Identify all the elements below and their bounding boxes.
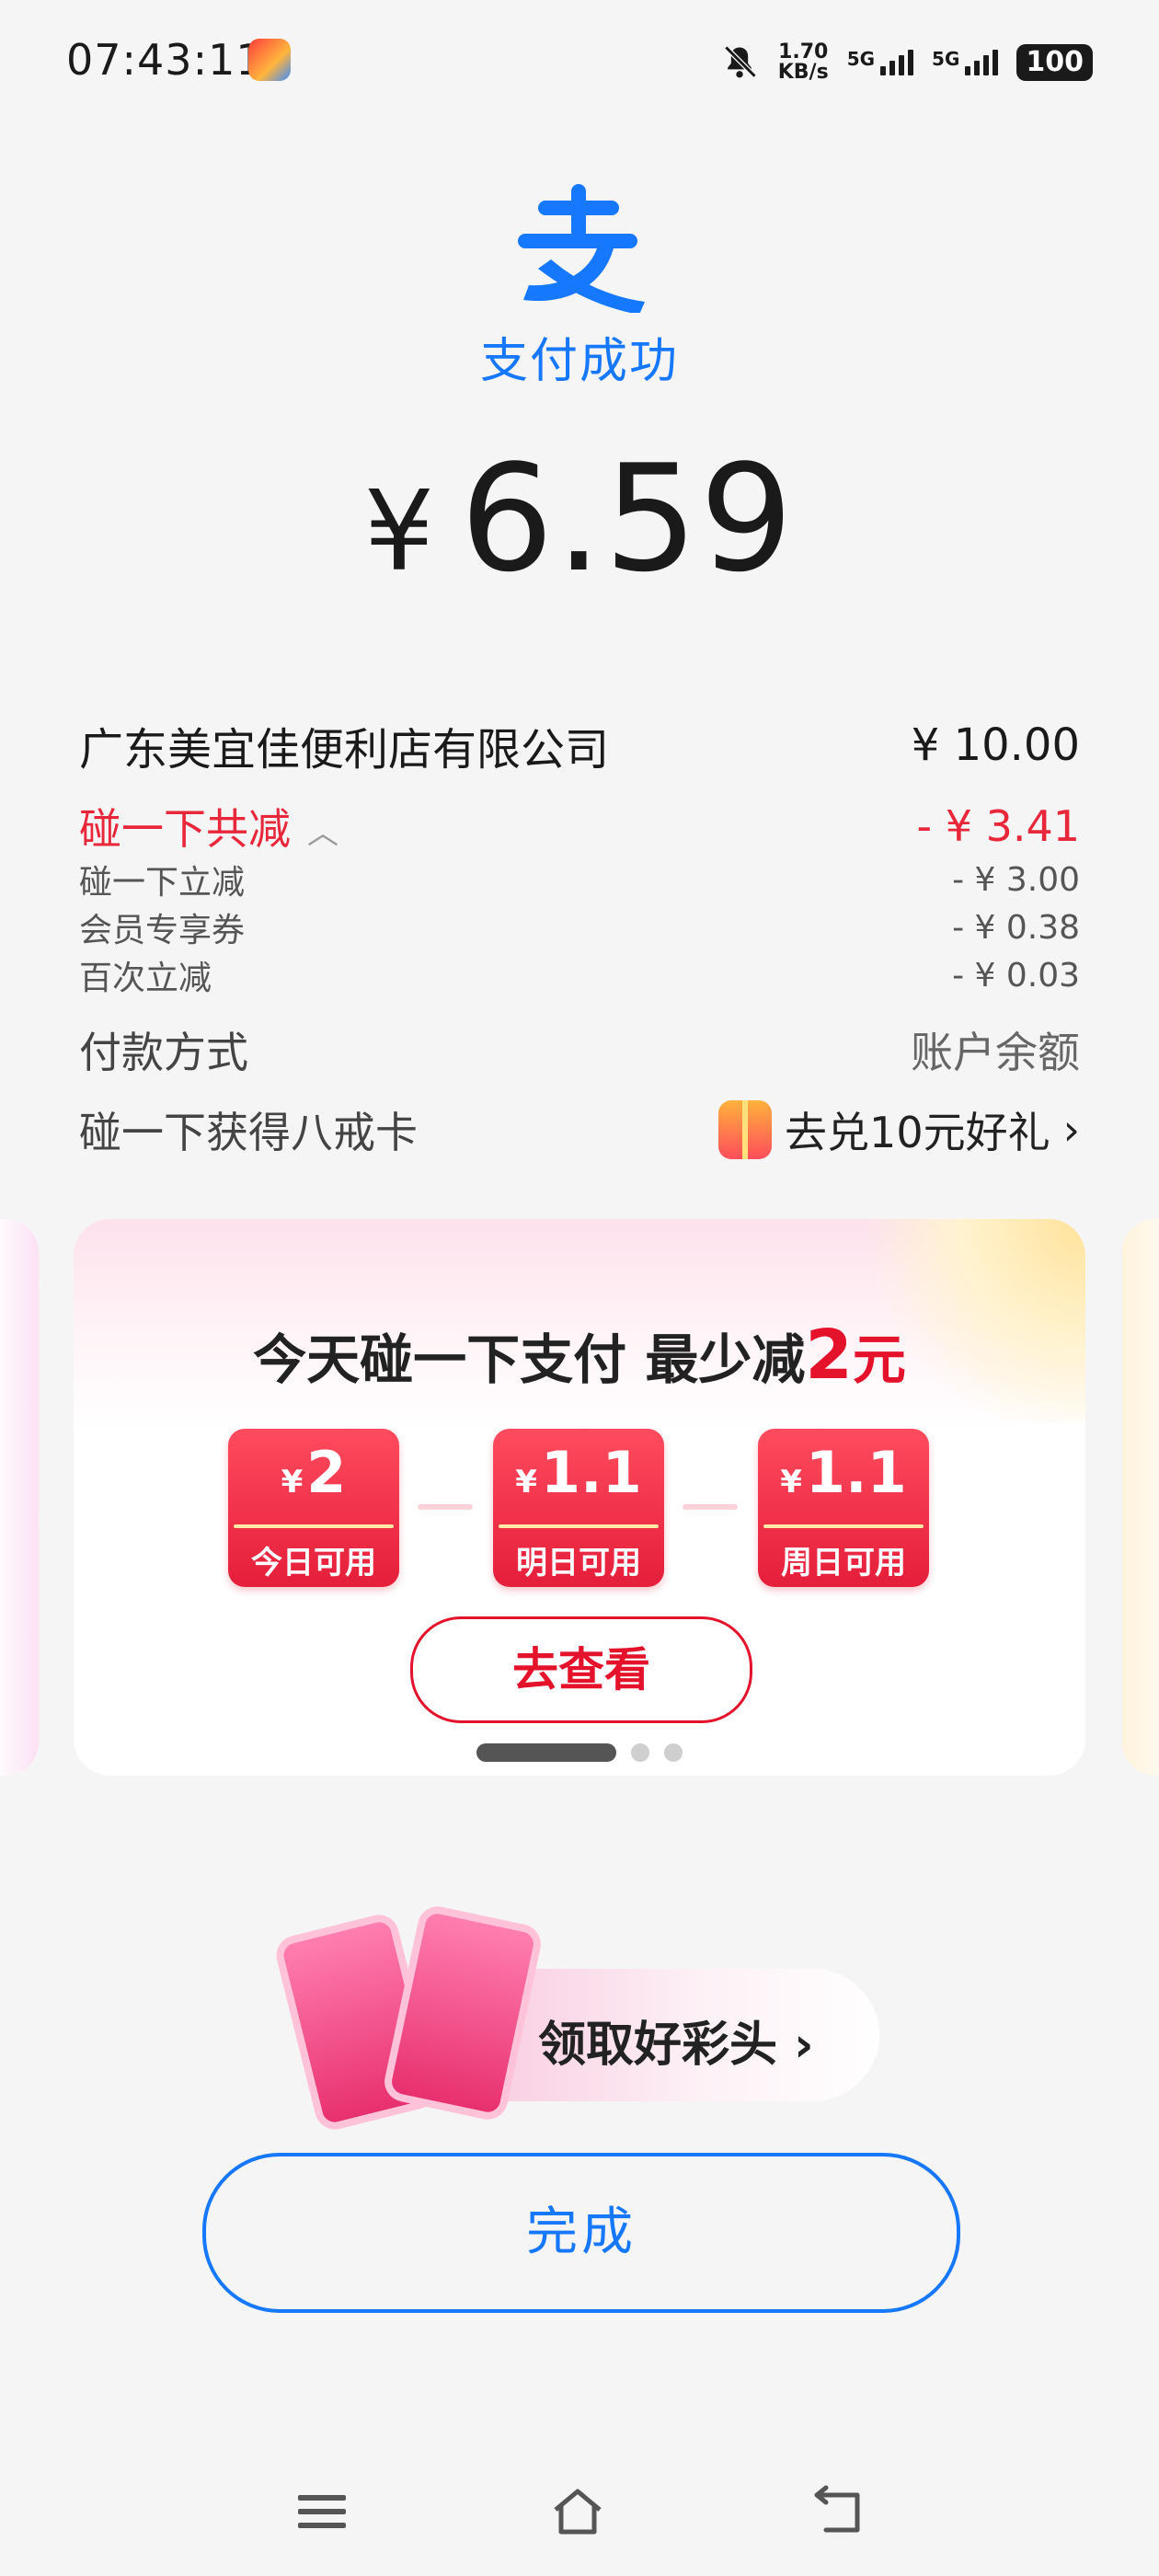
payment-method-value: 账户余额	[911, 1028, 1080, 1077]
discount-toggle[interactable]: 碰一下共减 ︿	[79, 796, 339, 857]
coupon-tomorrow[interactable]: ¥1.1 明日可用	[493, 1429, 664, 1587]
status-time: 07:43:11	[66, 35, 264, 85]
discount-label: 碰一下共减	[79, 804, 291, 854]
page-dot[interactable]	[631, 1743, 649, 1762]
notification-app-icon	[248, 39, 291, 81]
alipay-logo-icon	[518, 184, 645, 313]
discount-total-value: - ¥ 3.41	[916, 801, 1080, 851]
payment-success-title: 支付成功	[479, 334, 679, 389]
carousel-next-card[interactable]	[1122, 1219, 1159, 1776]
network-speed: 1.70 KB/s	[777, 40, 829, 84]
chevron-right-icon: ›	[1062, 1105, 1080, 1155]
battery-indicator: 100	[1016, 44, 1093, 81]
home-icon[interactable]	[550, 2484, 605, 2539]
merchant-amount: ¥ 10.00	[911, 719, 1080, 771]
paid-amount: ¥6.59	[0, 432, 1159, 604]
discount-total-row[interactable]: 碰一下共减 ︿ - ¥ 3.41	[79, 796, 1080, 857]
menu-icon[interactable]	[294, 2484, 350, 2539]
chevron-right-icon: ›	[794, 2018, 814, 2073]
payment-method-row: 付款方式 账户余额	[79, 1019, 1080, 1080]
view-promo-button[interactable]: 去查看	[410, 1616, 752, 1723]
bell-muted-icon	[724, 45, 757, 78]
gift-icon	[718, 1100, 773, 1159]
payment-method-label: 付款方式	[79, 1028, 248, 1077]
signal-sim1-icon: 5G	[847, 50, 914, 75]
page-dot-active[interactable]	[476, 1743, 616, 1762]
currency-symbol: ¥	[363, 468, 437, 596]
status-icons: 1.70 KB/s 5G 5G 100	[719, 35, 1093, 90]
coupon-connector	[418, 1504, 473, 1510]
coupon-today[interactable]: ¥2 今日可用	[228, 1429, 399, 1587]
merchant-name: 广东美宜佳便利店有限公司	[79, 724, 610, 776]
discount-item: 会员专享券 - ¥ 0.38	[79, 908, 1080, 950]
redeem-gift-link[interactable]: 去兑10元好礼 ›	[718, 1099, 1080, 1160]
discount-item: 碰一下立减 - ¥ 3.00	[79, 860, 1080, 903]
card-reward-row[interactable]: 碰一下获得八戒卡 去兑10元好礼 ›	[79, 1099, 1080, 1160]
chevron-up-icon: ︿	[307, 815, 339, 852]
page-dot[interactable]	[664, 1743, 683, 1762]
done-button[interactable]: 完成	[202, 2153, 960, 2313]
promo-card[interactable]: 今天碰一下支付 最少减2元 ¥2 今日可用 ¥1.1 明日可用 ¥1.1 周日可…	[74, 1219, 1085, 1776]
merchant-row: 广东美宜佳便利店有限公司 ¥ 10.00	[79, 713, 1080, 777]
carousel-prev-card[interactable]	[0, 1219, 39, 1776]
carousel-pagination	[74, 1743, 1085, 1762]
amount-value: 6.59	[460, 432, 796, 604]
promo-title: 今天碰一下支付 最少减2元	[253, 1316, 906, 1395]
good-luck-label[interactable]: 领取好彩头 ›	[538, 2006, 814, 2075]
coupon-connector	[683, 1504, 738, 1510]
coupon-sunday[interactable]: ¥1.1 周日可用	[758, 1429, 929, 1587]
back-icon[interactable]	[809, 2484, 865, 2539]
signal-sim2-icon: 5G	[932, 50, 999, 75]
card-reward-label: 碰一下获得八戒卡	[79, 1108, 418, 1157]
discount-item: 百次立减 - ¥ 0.03	[79, 956, 1080, 998]
